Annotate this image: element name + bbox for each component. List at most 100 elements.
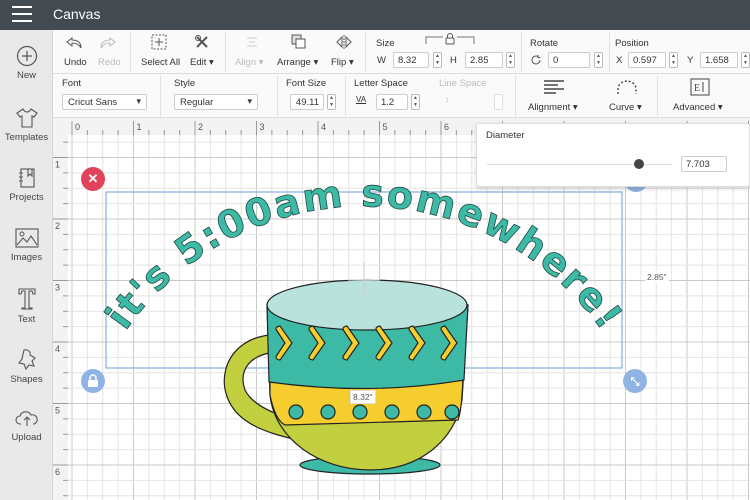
flip-icon[interactable] bbox=[335, 34, 353, 50]
y-label: Y bbox=[687, 55, 694, 66]
ruler-label: 1 bbox=[137, 122, 142, 132]
diameter-slider[interactable] bbox=[487, 164, 672, 165]
x-label: X bbox=[616, 55, 623, 66]
ruler-label: 3 bbox=[55, 283, 60, 293]
rotate-stepper[interactable]: ▲ ▼ bbox=[594, 52, 603, 68]
sidebar-item-upload[interactable]: Upload bbox=[0, 407, 53, 443]
letter-space-label: Letter Space bbox=[354, 78, 408, 89]
align-icon bbox=[247, 37, 257, 47]
rotate-icon bbox=[531, 55, 541, 65]
line-space-icon: ↕ bbox=[445, 95, 449, 104]
arrange-button[interactable]: Arrange ▾ bbox=[277, 57, 318, 68]
sidebar-item-images[interactable]: Images bbox=[0, 227, 53, 263]
advanced-icon[interactable]: E bbox=[690, 78, 710, 96]
sidebar-item-shapes[interactable]: Shapes bbox=[0, 347, 53, 385]
font-select[interactable]: Cricut Sans bbox=[62, 94, 147, 110]
redo-button[interactable]: Redo bbox=[98, 57, 121, 68]
alignment-icon[interactable] bbox=[543, 79, 565, 95]
line-space-stepper bbox=[494, 94, 503, 110]
sidebar-item-projects[interactable]: Projects bbox=[0, 167, 53, 203]
width-label: W bbox=[377, 55, 386, 66]
size-label: Size bbox=[376, 38, 395, 49]
sidebar-item-label: Upload bbox=[11, 432, 42, 443]
ruler-label: 1 bbox=[55, 160, 60, 170]
ruler-label: 4 bbox=[321, 122, 326, 132]
sidebar-item-label: Templates bbox=[4, 132, 49, 143]
text-icon bbox=[17, 288, 36, 310]
ruler-label: 6 bbox=[444, 122, 449, 132]
resize-icon: ⤡ bbox=[630, 376, 640, 388]
app-title: Canvas bbox=[53, 6, 101, 22]
edit-toolbar: Undo Redo Select All Edit ▾ Align ▾ Arra… bbox=[53, 30, 750, 74]
position-label: Position bbox=[615, 38, 649, 49]
flip-button[interactable]: Flip ▾ bbox=[331, 57, 354, 68]
ruler-label: 5 bbox=[55, 406, 60, 416]
ruler-label: 5 bbox=[383, 122, 388, 132]
style-select[interactable]: Regular bbox=[174, 94, 258, 110]
sidebar-item-label: Text bbox=[17, 314, 36, 325]
sidebar-item-label: New bbox=[16, 70, 36, 81]
ruler-label: 0 bbox=[75, 122, 80, 132]
rotate-label: Rotate bbox=[530, 38, 558, 49]
undo-button[interactable]: Undo bbox=[64, 57, 87, 68]
curve-button[interactable]: Curve ▾ bbox=[609, 102, 642, 113]
delete-handle[interactable]: ✕ bbox=[81, 167, 105, 191]
lock-icon bbox=[88, 374, 98, 387]
height-input[interactable]: 2.85 bbox=[465, 52, 503, 68]
sidebar-item-new[interactable]: New bbox=[0, 45, 53, 81]
font-size-stepper[interactable]: ▲ ▼ bbox=[327, 94, 336, 110]
edit-icon[interactable] bbox=[194, 34, 210, 50]
diameter-label: Diameter bbox=[486, 130, 525, 141]
select-all-icon[interactable] bbox=[151, 34, 167, 50]
x-input[interactable]: 0.597 bbox=[628, 52, 666, 68]
style-label: Style bbox=[174, 78, 196, 89]
font-size-input[interactable]: 49.11 bbox=[290, 94, 324, 110]
text-toolbar: Font Cricut Sans Style Regular Font Size… bbox=[53, 74, 750, 118]
sidebar-item-label: Projects bbox=[9, 192, 44, 203]
ruler-label: 6 bbox=[55, 467, 60, 477]
width-input[interactable]: 8.32 bbox=[393, 52, 429, 68]
width-dimension: 8.32" bbox=[350, 390, 376, 404]
y-input[interactable]: 1.658 bbox=[700, 52, 738, 68]
letter-space-input[interactable]: 1.2 bbox=[376, 94, 408, 110]
ruler-label: 4 bbox=[55, 344, 60, 354]
sidebar-item-label: Images bbox=[10, 252, 43, 263]
ruler-label: 2 bbox=[55, 221, 60, 231]
diameter-input[interactable]: 7.703 bbox=[681, 156, 727, 172]
ruler-label: 3 bbox=[260, 122, 265, 132]
resize-handle[interactable]: ⤡ bbox=[623, 369, 647, 393]
y-stepper[interactable]: ▲ ▼ bbox=[741, 52, 750, 68]
advanced-button[interactable]: Advanced ▾ bbox=[673, 102, 723, 113]
notebook-icon bbox=[18, 168, 35, 188]
cloud-upload-icon bbox=[14, 411, 38, 426]
height-stepper[interactable]: ▲ ▼ bbox=[506, 52, 515, 68]
width-stepper[interactable]: ▲ ▼ bbox=[433, 52, 442, 68]
redo-icon bbox=[100, 36, 116, 49]
font-label: Font bbox=[62, 78, 82, 89]
diameter-slider-handle[interactable] bbox=[633, 159, 644, 169]
letter-space-stepper[interactable]: ▲ ▼ bbox=[411, 94, 420, 110]
line-space-label: Line Space bbox=[439, 78, 487, 89]
edit-button[interactable]: Edit ▾ bbox=[190, 57, 214, 68]
shapes-icon bbox=[17, 349, 36, 371]
undo-icon[interactable] bbox=[65, 36, 83, 50]
svg-text:E: E bbox=[694, 83, 700, 94]
align-button[interactable]: Align ▾ bbox=[235, 57, 264, 68]
left-ruler bbox=[53, 118, 68, 500]
alignment-button[interactable]: Alignment ▾ bbox=[528, 102, 578, 113]
curve-icon[interactable] bbox=[616, 78, 638, 96]
font-size-label: Font Size bbox=[286, 78, 327, 89]
close-icon: ✕ bbox=[87, 171, 99, 186]
hamburger-icon[interactable] bbox=[12, 6, 32, 22]
image-icon bbox=[14, 228, 39, 248]
sidebar-item-templates[interactable]: Templates bbox=[0, 107, 53, 143]
select-all-button[interactable]: Select All bbox=[141, 57, 180, 68]
lock-handle[interactable] bbox=[81, 369, 105, 393]
sidebar-item-text[interactable]: Text bbox=[0, 287, 53, 325]
x-stepper[interactable]: ▲ ▼ bbox=[669, 52, 678, 68]
ruler-label: 2 bbox=[198, 122, 203, 132]
tshirt-icon bbox=[15, 108, 38, 128]
arrange-icon[interactable] bbox=[291, 34, 307, 50]
lock-icon[interactable] bbox=[425, 33, 475, 45]
rotate-input[interactable]: 0 bbox=[548, 52, 590, 68]
